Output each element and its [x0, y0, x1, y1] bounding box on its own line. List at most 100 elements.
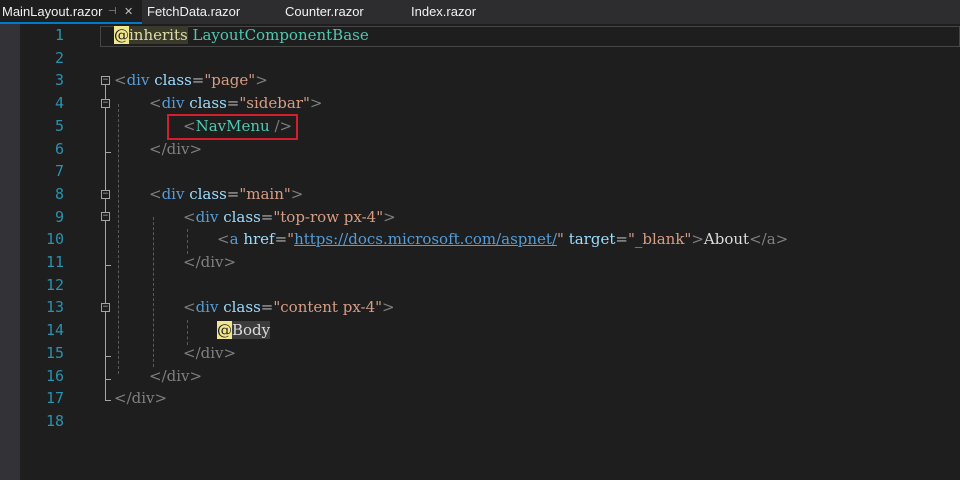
- line-number: 10: [45, 230, 64, 249]
- line-number: 17: [45, 389, 64, 408]
- document-tab-bar: MainLayout.razor ⊣ ✕ FetchData.razor Cou…: [0, 0, 960, 24]
- attribute-name: class: [223, 207, 261, 226]
- code-editor[interactable]: 1 2 3 4 5 6 7 8 9 10 11 12 13 14 15 16 1…: [0, 24, 960, 480]
- fold-region-end: [105, 400, 111, 401]
- fold-region-end: [105, 356, 111, 357]
- razor-at-symbol: @: [114, 26, 129, 44]
- attribute-value: "top-row px-4": [273, 207, 384, 226]
- indent-guide: [118, 104, 119, 374]
- attribute-value: "content px-4": [273, 298, 383, 317]
- line-number: 16: [45, 366, 64, 385]
- tab-mainlayout[interactable]: MainLayout.razor ⊣ ✕: [0, 0, 142, 24]
- closing-tag: </div>: [183, 253, 237, 271]
- code-line-16: </div>: [149, 365, 202, 388]
- fold-region-end: [105, 265, 111, 266]
- line-number: 14: [45, 321, 64, 340]
- line-number: 18: [45, 411, 64, 430]
- line-number: 3: [54, 71, 64, 90]
- code-line-13: <div class="content px-4">: [183, 296, 395, 319]
- tab-counter[interactable]: Counter.razor: [285, 0, 364, 24]
- line-number: 12: [45, 275, 64, 294]
- code-line-10: <a href="https://docs.microsoft.com/aspn…: [217, 228, 788, 251]
- fold-region-end: [105, 152, 111, 153]
- closing-tag: </div>: [149, 366, 203, 385]
- tag-bracket: >: [309, 94, 323, 113]
- code-line-17: </div>: [114, 387, 167, 410]
- line-number: 1: [54, 26, 64, 44]
- line-number: 13: [45, 298, 64, 317]
- line-number: 9: [54, 207, 64, 226]
- operator: =: [260, 207, 274, 226]
- tab-index[interactable]: Index.razor: [411, 0, 476, 24]
- closing-tag: </div>: [183, 343, 237, 362]
- collapse-icon[interactable]: −: [101, 99, 110, 108]
- razor-at-symbol: @: [217, 321, 232, 340]
- tag-bracket: >: [383, 207, 396, 226]
- quote: ": [557, 230, 564, 249]
- element-name: div: [195, 298, 219, 317]
- navmenu-highlight-box: [167, 114, 298, 140]
- close-icon[interactable]: ✕: [124, 0, 133, 24]
- attribute-value: "_blank": [627, 230, 692, 249]
- collapse-icon[interactable]: −: [101, 303, 110, 312]
- tag-bracket: <: [149, 184, 162, 203]
- code-line-4: <div class="sidebar">: [149, 92, 322, 115]
- operator: =: [260, 298, 274, 317]
- attribute-name: class: [189, 94, 227, 113]
- closing-tag: </div>: [149, 139, 203, 158]
- pin-icon[interactable]: ⊣: [108, 0, 117, 24]
- code-line-8: <div class="main">: [149, 183, 303, 206]
- element-name: div: [126, 71, 150, 90]
- tag-bracket: >: [691, 230, 704, 249]
- attribute-name: target: [568, 230, 616, 249]
- razor-keyword: inherits: [129, 26, 188, 44]
- type-name: LayoutComponentBase: [192, 26, 369, 44]
- attribute-value: "sidebar": [239, 94, 310, 113]
- tab-label: Counter.razor: [285, 4, 364, 19]
- attribute-name: class: [223, 298, 261, 317]
- operator: =: [226, 94, 240, 113]
- operator: =: [615, 230, 628, 249]
- element-name: div: [161, 94, 185, 113]
- attribute-value: "page": [204, 71, 256, 90]
- code-line-15: </div>: [183, 342, 236, 365]
- collapse-icon[interactable]: −: [101, 190, 110, 199]
- element-name: a: [229, 230, 239, 249]
- tag-bracket: >: [382, 298, 395, 317]
- collapse-icon[interactable]: −: [101, 212, 110, 221]
- operator: =: [191, 71, 205, 90]
- tab-label: Index.razor: [411, 4, 477, 19]
- line-number: 11: [45, 253, 64, 271]
- code-line-6: </div>: [149, 138, 202, 161]
- tag-bracket: <: [114, 71, 127, 90]
- fold-region-end: [105, 379, 111, 380]
- line-number: 6: [54, 139, 64, 158]
- tag-bracket: <: [183, 298, 196, 317]
- operator: =: [274, 230, 288, 249]
- tag-bracket: >: [290, 184, 304, 203]
- line-number: 7: [54, 162, 64, 181]
- tab-label: FetchData.razor: [147, 4, 241, 19]
- line-number: 4: [54, 94, 64, 113]
- closing-tag: </div>: [114, 389, 168, 408]
- tab-label: MainLayout.razor: [2, 4, 103, 19]
- line-number: 8: [54, 184, 64, 203]
- url-link[interactable]: https://docs.microsoft.com/aspnet/: [294, 230, 557, 248]
- collapse-icon[interactable]: −: [101, 76, 110, 85]
- element-name: div: [161, 184, 185, 203]
- code-line-9: <div class="top-row px-4">: [183, 206, 396, 229]
- code-line-3: <div class="page">: [114, 69, 268, 92]
- link-text: About: [703, 230, 750, 249]
- closing-tag: </a>: [749, 230, 789, 249]
- element-name: div: [195, 207, 219, 226]
- tab-fetchdata[interactable]: FetchData.razor: [147, 0, 240, 24]
- code-line-11: </div>: [183, 251, 236, 274]
- code-line-14: @Body: [217, 319, 271, 342]
- indent-guide: [153, 217, 154, 367]
- line-number: 15: [45, 343, 64, 362]
- attribute-name: class: [189, 184, 227, 203]
- tag-bracket: <: [183, 207, 196, 226]
- razor-body-expression: Body: [232, 321, 271, 340]
- tag-bracket: >: [255, 71, 268, 90]
- attribute-name: href: [243, 230, 275, 249]
